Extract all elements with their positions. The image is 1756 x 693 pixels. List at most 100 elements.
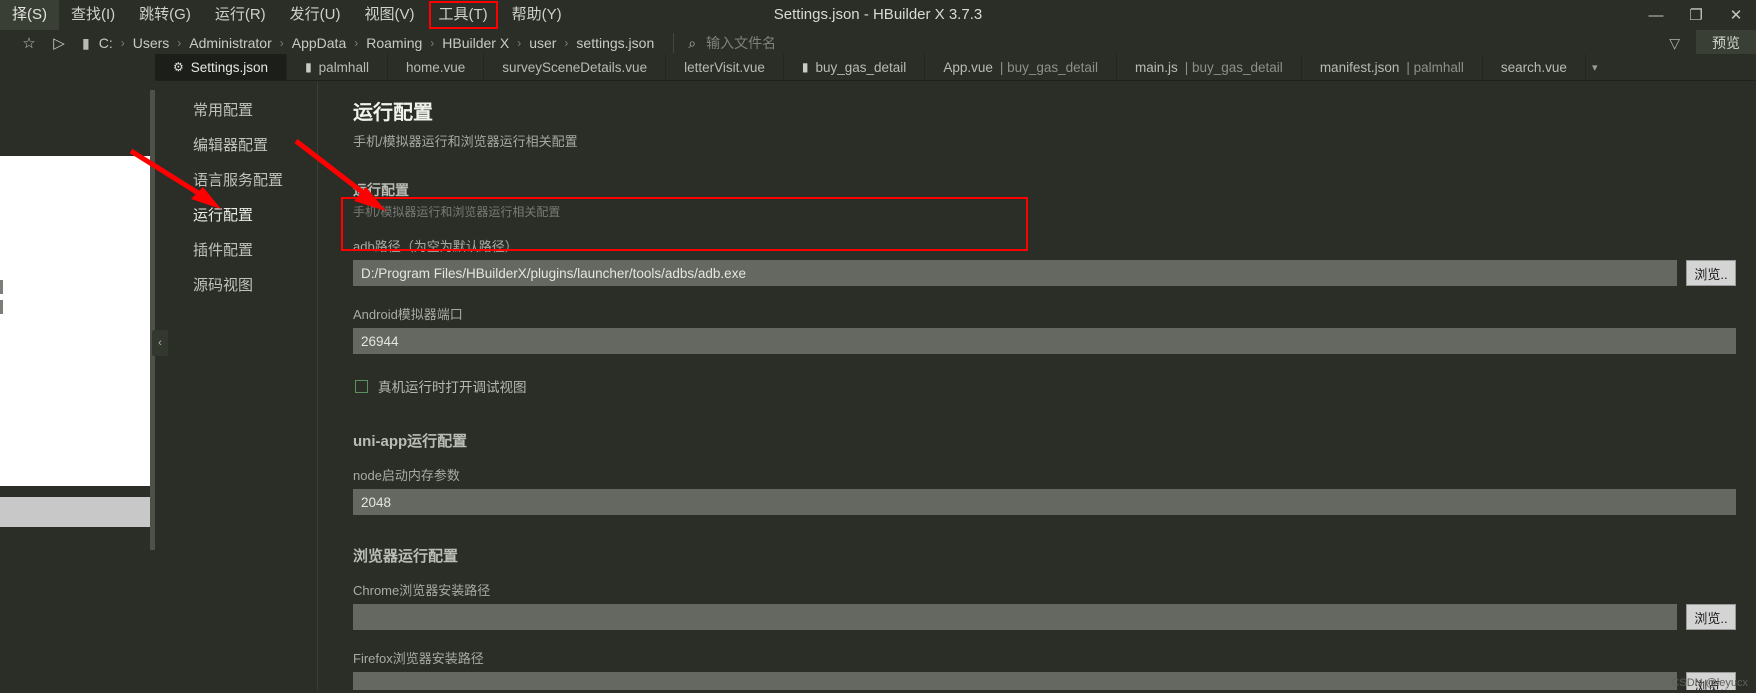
left-edge-marker	[0, 280, 3, 294]
collapse-panel-handle[interactable]: ‹	[152, 330, 168, 356]
editor-tab-bar: ⚙ Settings.json ▮ palmhall home.vue surv…	[155, 54, 1756, 81]
gear-icon: ⚙	[173, 60, 184, 74]
close-icon[interactable]: ✕	[1716, 0, 1756, 30]
folder-icon[interactable]: ▮	[82, 35, 90, 52]
sidebar-item-language-service-config[interactable]: 语言服务配置	[168, 162, 317, 197]
breadcrumb-item-3[interactable]: AppData	[287, 35, 351, 51]
android-emulator-port-input[interactable]	[353, 328, 1736, 354]
maximize-icon[interactable]: ❐	[1676, 0, 1716, 30]
tab-manifest-json[interactable]: manifest.json | palmhall	[1302, 54, 1483, 80]
sidebar-item-plugin-config[interactable]: 插件配置	[168, 232, 317, 267]
tab-project-label: | palmhall	[1406, 59, 1464, 75]
left-editor-strip	[0, 56, 150, 693]
left-editor-white-block	[0, 156, 150, 486]
tab-buy-gas-detail[interactable]: ▮ buy_gas_detail	[784, 54, 926, 80]
menu-item-find[interactable]: 查找(I)	[59, 0, 127, 30]
left-edge-marker	[0, 300, 3, 314]
menu-item-publish[interactable]: 发行(U)	[278, 0, 353, 30]
path-bar-right: ▽ 预览	[1653, 30, 1756, 56]
menu-item-select[interactable]: 择(S)	[0, 0, 59, 30]
sidebar-item-source-view[interactable]: 源码视图	[168, 267, 317, 302]
field-node-memory: node启动内存参数	[353, 465, 1736, 515]
section-title-run-config: 运行配置	[353, 182, 409, 198]
tab-palmhall[interactable]: ▮ palmhall	[287, 54, 388, 80]
field-adb-path: adb路径（为空为默认路径） 浏览..	[353, 236, 1736, 286]
breadcrumb-separator: ›	[120, 36, 125, 50]
folder-icon: ▮	[305, 60, 312, 74]
settings-panel: 常用配置 编辑器配置 语言服务配置 运行配置 插件配置 源码视图 运行配置 手机…	[168, 82, 1756, 693]
watermark: CSDN @leyucx	[1671, 677, 1748, 689]
menu-item-run[interactable]: 运行(R)	[203, 0, 278, 30]
tab-survey-scene-details-vue[interactable]: surveySceneDetails.vue	[484, 54, 667, 80]
tab-search-vue[interactable]: search.vue	[1483, 54, 1586, 80]
debug-view-checkbox[interactable]	[355, 379, 368, 393]
menu-item-goto[interactable]: 跳转(G)	[127, 0, 203, 30]
tab-label: buy_gas_detail	[815, 59, 907, 75]
left-scrollbar-thumb[interactable]	[150, 90, 155, 550]
breadcrumb-item-1[interactable]: Users	[128, 35, 175, 51]
node-memory-input[interactable]	[353, 489, 1736, 515]
menu-item-tools[interactable]: 工具(T)	[427, 0, 500, 30]
settings-side-nav: 常用配置 编辑器配置 语言服务配置 运行配置 插件配置 源码视图	[168, 82, 318, 693]
chevron-down-icon[interactable]: ▾	[1586, 54, 1604, 80]
breadcrumb-separator: ›	[354, 36, 359, 50]
hbuilderx-window: 择(S) 查找(I) 跳转(G) 运行(R) 发行(U) 视图(V) 工具(T)…	[0, 0, 1756, 693]
section-subtitle-run-config: 手机/模拟器运行和浏览器运行相关配置	[353, 205, 561, 219]
tab-main-js[interactable]: main.js | buy_gas_detail	[1117, 54, 1302, 80]
tab-project-label: | buy_gas_detail	[999, 59, 1098, 75]
tab-label: Settings.json	[190, 59, 269, 75]
tab-home-vue[interactable]: home.vue	[388, 54, 485, 80]
breadcrumb-item-4[interactable]: Roaming	[361, 35, 427, 51]
menu-item-view[interactable]: 视图(V)	[353, 0, 427, 30]
sidebar-item-editor-config[interactable]: 编辑器配置	[168, 127, 317, 162]
title-bar: 择(S) 查找(I) 跳转(G) 运行(R) 发行(U) 视图(V) 工具(T)…	[0, 0, 1756, 30]
field-android-emulator-port: Android模拟器端口	[353, 304, 1736, 354]
breadcrumb-separator: ›	[430, 36, 435, 50]
favorite-star-icon[interactable]: ☆	[14, 34, 44, 52]
field-label: Firefox浏览器安装路径	[353, 651, 484, 666]
run-icon[interactable]: ▷	[44, 34, 74, 52]
tab-label: App.vue	[943, 59, 993, 75]
browse-button-chrome[interactable]: 浏览..	[1686, 604, 1736, 630]
tab-project-label: | buy_gas_detail	[1184, 59, 1283, 75]
adb-path-input[interactable]	[353, 260, 1677, 286]
file-search-icon[interactable]: ⌕	[688, 35, 696, 52]
breadcrumb-separator: ›	[177, 36, 182, 50]
tab-label: main.js	[1134, 59, 1178, 75]
checkbox-label: 真机运行时打开调试视图	[378, 380, 527, 395]
folder-icon: ▮	[801, 60, 809, 74]
menu-item-help[interactable]: 帮助(Y)	[500, 0, 574, 30]
breadcrumb-item-7[interactable]: settings.json	[571, 35, 659, 51]
path-bar: ☆ ▷ ▮ C: › Users › Administrator › AppDa…	[0, 30, 1756, 56]
tab-label: letterVisit.vue	[684, 59, 765, 75]
filename-search-input[interactable]: 输入文件名	[706, 33, 776, 53]
tab-letter-visit-vue[interactable]: letterVisit.vue	[666, 54, 784, 80]
breadcrumb-separator: ›	[517, 36, 522, 50]
field-chrome-path: Chrome浏览器安装路径 浏览..	[353, 580, 1736, 630]
breadcrumb-item-5[interactable]: HBuilder X	[437, 35, 514, 51]
sidebar-item-common-config[interactable]: 常用配置	[168, 92, 317, 127]
breadcrumb-item-2[interactable]: Administrator	[184, 35, 276, 51]
tab-label: search.vue	[1500, 59, 1567, 75]
window-controls: — ❐ ✕	[1636, 0, 1756, 30]
tab-app-vue[interactable]: App.vue | buy_gas_detail	[925, 54, 1117, 80]
field-label: node启动内存参数	[353, 468, 460, 483]
divider	[673, 33, 675, 53]
filter-icon[interactable]: ▽	[1653, 35, 1696, 52]
tab-settings-json[interactable]: ⚙ Settings.json	[155, 54, 288, 80]
sidebar-item-run-config[interactable]: 运行配置	[168, 197, 317, 232]
group-title-browser-run-config: 浏览器运行配置	[353, 548, 459, 565]
field-label: Chrome浏览器安装路径	[353, 583, 491, 598]
menu-bar: 择(S) 查找(I) 跳转(G) 运行(R) 发行(U) 视图(V) 工具(T)…	[0, 0, 574, 30]
breadcrumb-separator: ›	[564, 36, 569, 50]
breadcrumb-item-0[interactable]: C:	[94, 35, 118, 51]
field-label: Android模拟器端口	[353, 307, 463, 322]
chrome-path-input[interactable]	[353, 604, 1677, 630]
page-subtitle: 手机/模拟器运行和浏览器运行相关配置	[353, 134, 578, 149]
checkbox-row-debug-view[interactable]: 真机运行时打开调试视图	[355, 376, 1736, 396]
minimize-icon[interactable]: —	[1636, 0, 1676, 30]
tab-label: palmhall	[318, 59, 369, 75]
browse-button-adb[interactable]: 浏览..	[1686, 260, 1736, 286]
preview-button[interactable]: 预览	[1696, 30, 1756, 56]
breadcrumb-item-6[interactable]: user	[524, 35, 561, 51]
